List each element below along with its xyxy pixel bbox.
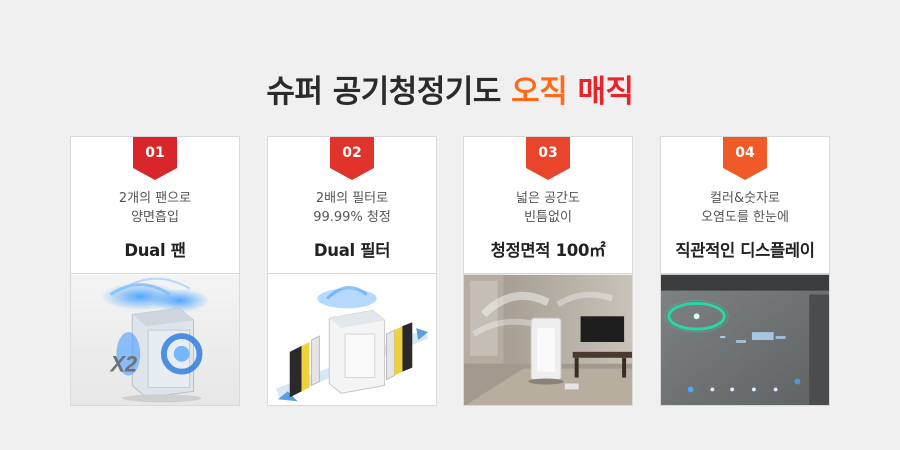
feature-card-display: 04 컬러&숫자로 오염도를 한눈에 직관적인 디스플레이 xyxy=(660,136,830,406)
number-badge: 03 xyxy=(526,137,570,180)
headline-space xyxy=(567,74,577,110)
desc-line-1: 2배의 필터로 xyxy=(315,191,389,206)
card-description: 2개의 팬으로 양면흡입 xyxy=(71,189,239,227)
headline-highlight-magic: 매직 xyxy=(577,74,635,110)
badge-number: 04 xyxy=(735,145,755,161)
card-description: 컬러&숫자로 오염도를 한눈에 xyxy=(661,189,829,227)
desc-line-2: 빈틈없이 xyxy=(524,210,572,225)
headline-highlight-only: 오직 xyxy=(511,74,568,110)
headline-main: 슈퍼 공기청정기도 xyxy=(266,74,512,110)
card-text-area: 01 2개의 팬으로 양면흡입 Dual 팬 xyxy=(71,137,239,274)
badge-number: 03 xyxy=(538,145,558,161)
desc-line-1: 넓은 공간도 xyxy=(516,191,580,206)
desc-line-1: 컬러&숫자로 xyxy=(710,191,780,206)
card-description: 넓은 공간도 빈틈없이 xyxy=(464,189,632,227)
number-badge: 01 xyxy=(133,137,177,180)
desc-line-1: 2개의 팬으로 xyxy=(118,191,192,206)
number-badge: 04 xyxy=(723,137,767,180)
badge-number: 01 xyxy=(145,145,165,161)
dual-fan-purifier-image: X2 xyxy=(71,274,239,405)
x2-mark: X2 xyxy=(110,352,138,377)
control-display-image xyxy=(661,274,829,405)
feature-title: Dual 팬 xyxy=(124,241,186,260)
card-text-area: 03 넓은 공간도 빈틈없이 청정면적 100㎡ xyxy=(464,137,632,274)
feature-title: Dual 필터 xyxy=(313,241,391,260)
desc-line-2: 양면흡입 xyxy=(131,210,179,225)
feature-title: 직관적인 디스플레이 xyxy=(675,241,815,260)
dual-filter-exploded-image xyxy=(268,274,436,405)
desc-line-2: 99.99% 청정 xyxy=(313,210,391,225)
badge-number: 02 xyxy=(342,145,362,161)
card-text-area: 04 컬러&숫자로 오염도를 한눈에 직관적인 디스플레이 xyxy=(661,137,829,274)
feature-title: 청정면적 100㎡ xyxy=(490,241,606,260)
card-description: 2배의 필터로 99.99% 청정 xyxy=(268,189,436,227)
living-room-purifier-image xyxy=(464,274,632,405)
page-headline: 슈퍼 공기청정기도 오직 매직 xyxy=(0,66,900,111)
feature-card-dual-fan: 01 2개의 팬으로 양면흡입 Dual 팬 X2 xyxy=(70,136,240,406)
feature-card-dual-filter: 02 2배의 필터로 99.99% 청정 Dual 필터 xyxy=(267,136,437,406)
desc-line-2: 오염도를 한눈에 xyxy=(701,210,789,225)
number-badge: 02 xyxy=(330,137,374,180)
card-text-area: 02 2배의 필터로 99.99% 청정 Dual 필터 xyxy=(268,137,436,274)
feature-card-coverage-area: 03 넓은 공간도 빈틈없이 청정면적 100㎡ xyxy=(463,136,633,406)
